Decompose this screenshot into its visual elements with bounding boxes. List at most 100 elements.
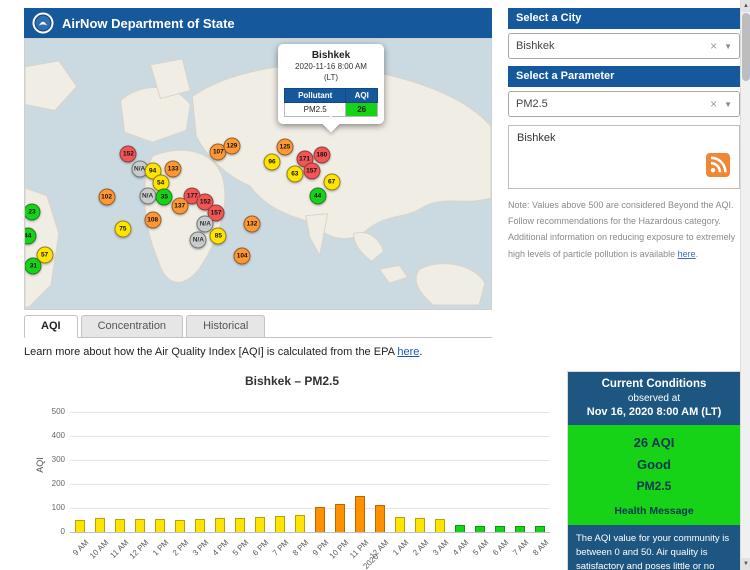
aqi-map-marker[interactable]: 104 bbox=[234, 248, 251, 265]
y-tick-label: 200 bbox=[52, 479, 65, 488]
popup-col-pollutant: Pollutant bbox=[285, 88, 346, 102]
aqi-map-marker[interactable]: 132 bbox=[243, 215, 260, 232]
aqi-map-marker[interactable]: 125 bbox=[277, 139, 294, 156]
world-map[interactable]: 23445731152N/A9413354N/A3510275108177137… bbox=[24, 38, 492, 310]
aqi-map-marker[interactable]: 152 bbox=[120, 145, 137, 162]
chart-bar[interactable] bbox=[135, 519, 145, 532]
aqi-bar-chart: Bishkek – PM2.5 AQI 01002003004005009 AM… bbox=[24, 368, 560, 566]
x-tick-label: 5 AM bbox=[471, 538, 490, 557]
parameter-select-value: PM2.5 bbox=[516, 98, 710, 110]
aqi-map-marker[interactable]: 44 bbox=[24, 228, 36, 245]
x-tick-label: 2 PM bbox=[171, 538, 191, 558]
aqi-map-marker[interactable]: 157 bbox=[303, 163, 320, 180]
chevron-down-icon[interactable]: ▼ bbox=[724, 42, 732, 51]
aqi-map-marker[interactable]: 133 bbox=[165, 160, 182, 177]
aqi-map-marker[interactable]: 102 bbox=[98, 188, 115, 205]
page-scrollbar[interactable]: ▲ ▼ bbox=[740, 0, 750, 570]
aqi-map-marker[interactable]: 137 bbox=[171, 198, 188, 215]
scrollbar-thumb[interactable] bbox=[742, 13, 750, 81]
note-link[interactable]: here bbox=[678, 249, 696, 259]
city-select-value: Bishkek bbox=[516, 40, 710, 52]
tab-concentration[interactable]: Concentration bbox=[81, 315, 184, 337]
note-suffix: . bbox=[696, 249, 699, 259]
x-tick-label: 4 PM bbox=[211, 538, 231, 558]
popup-date-text: 2020-11-16 8:00 AM bbox=[295, 62, 367, 71]
chart-bar[interactable] bbox=[335, 504, 345, 532]
city-select[interactable]: Bishkek × ▼ bbox=[508, 33, 740, 59]
y-gridline bbox=[70, 412, 550, 413]
rss-feed-box: Bishkek bbox=[508, 125, 740, 189]
select-parameter-header: Select a Parameter bbox=[508, 66, 740, 87]
airnow-page: AirNow Department of State 23445731152N/… bbox=[0, 0, 750, 570]
chart-bar[interactable] bbox=[395, 517, 405, 532]
chart-bar[interactable] bbox=[535, 526, 545, 532]
tab-historical[interactable]: Historical bbox=[186, 315, 265, 337]
scroll-up-icon[interactable]: ▲ bbox=[741, 0, 750, 12]
chart-bar[interactable] bbox=[375, 505, 385, 532]
aqi-category: Good bbox=[572, 457, 736, 472]
popup-datetime: 2020-11-16 8:00 AM (LT) bbox=[284, 62, 378, 84]
x-tick-label: 6 PM bbox=[251, 538, 271, 558]
x-tick-label: 7 AM bbox=[511, 538, 530, 557]
chart-bar[interactable] bbox=[75, 520, 85, 532]
x-axis-year-label: 2020 bbox=[361, 552, 380, 570]
rss-icon[interactable] bbox=[706, 153, 730, 177]
x-tick-label: 8 PM bbox=[291, 538, 311, 558]
chart-bar[interactable] bbox=[155, 519, 165, 532]
aqi-map-marker[interactable]: 63 bbox=[286, 166, 303, 183]
epa-link[interactable]: here bbox=[397, 346, 419, 358]
aqi-map-marker[interactable]: 96 bbox=[263, 153, 280, 170]
y-tick-label: 500 bbox=[52, 407, 65, 416]
aqi-map-marker[interactable]: 44 bbox=[309, 187, 326, 204]
chart-bar[interactable] bbox=[295, 515, 305, 532]
aqi-map-marker[interactable]: 31 bbox=[25, 257, 42, 274]
aqi-map-marker[interactable]: 108 bbox=[144, 211, 161, 228]
aqi-map-marker[interactable]: N/A bbox=[190, 232, 207, 249]
chart-bar[interactable] bbox=[315, 507, 325, 532]
app-header: AirNow Department of State bbox=[24, 8, 492, 38]
chart-bar[interactable] bbox=[515, 526, 525, 532]
y-tick-label: 300 bbox=[52, 455, 65, 464]
chart-bar[interactable] bbox=[175, 520, 185, 532]
dos-seal-logo bbox=[32, 12, 54, 34]
aqi-map-marker[interactable]: 85 bbox=[210, 228, 227, 245]
chart-bar[interactable] bbox=[495, 526, 505, 532]
clear-icon[interactable]: × bbox=[710, 97, 717, 111]
page-title: AirNow Department of State bbox=[62, 16, 235, 31]
chart-bar[interactable] bbox=[235, 518, 245, 532]
select-city-header: Select a City bbox=[508, 8, 740, 29]
health-message-header: Health Message bbox=[572, 505, 736, 517]
chart-bar[interactable] bbox=[95, 518, 105, 532]
clear-icon[interactable]: × bbox=[710, 39, 717, 53]
chart-bar[interactable] bbox=[215, 518, 225, 532]
conditions-header: Current Conditions observed at Nov 16, 2… bbox=[568, 372, 740, 425]
chart-bar[interactable] bbox=[115, 519, 125, 532]
chart-bar[interactable] bbox=[435, 519, 445, 532]
x-tick-label: 11 PM bbox=[348, 538, 370, 560]
y-gridline bbox=[70, 532, 550, 533]
chart-bar[interactable] bbox=[195, 519, 205, 532]
chevron-down-icon[interactable]: ▼ bbox=[724, 100, 732, 109]
popup-col-aqi: AQI bbox=[346, 88, 378, 102]
tab-aqi[interactable]: AQI bbox=[24, 315, 78, 338]
chart-bar[interactable] bbox=[475, 526, 485, 532]
parameter-select[interactable]: PM2.5 × ▼ bbox=[508, 91, 740, 117]
chart-bar[interactable] bbox=[455, 525, 465, 532]
y-tick-label: 400 bbox=[52, 431, 65, 440]
current-conditions-panel: Current Conditions observed at Nov 16, 2… bbox=[568, 372, 740, 570]
aqi-map-marker[interactable]: 75 bbox=[114, 221, 131, 238]
aqi-map-marker[interactable]: 23 bbox=[24, 203, 40, 220]
aqi-map-marker[interactable]: 129 bbox=[223, 137, 240, 154]
aqi-map-marker[interactable]: 35 bbox=[156, 188, 173, 205]
rss-feed-city: Bishkek bbox=[517, 132, 556, 144]
chart-bar[interactable] bbox=[275, 516, 285, 532]
x-tick-label: 10 AM bbox=[88, 538, 110, 560]
aqi-map-marker[interactable]: N/A bbox=[139, 187, 156, 204]
chart-bar[interactable] bbox=[255, 517, 265, 532]
chart-plot: 01002003004005009 AM10 AM11 AM12 PM1 PM2… bbox=[70, 400, 550, 532]
aqi-map-marker[interactable]: 67 bbox=[323, 174, 340, 191]
scroll-down-icon[interactable]: ▼ bbox=[741, 558, 750, 570]
aqi-map-marker[interactable]: 180 bbox=[313, 147, 330, 164]
chart-bar[interactable] bbox=[415, 518, 425, 532]
chart-bar[interactable] bbox=[355, 496, 365, 532]
